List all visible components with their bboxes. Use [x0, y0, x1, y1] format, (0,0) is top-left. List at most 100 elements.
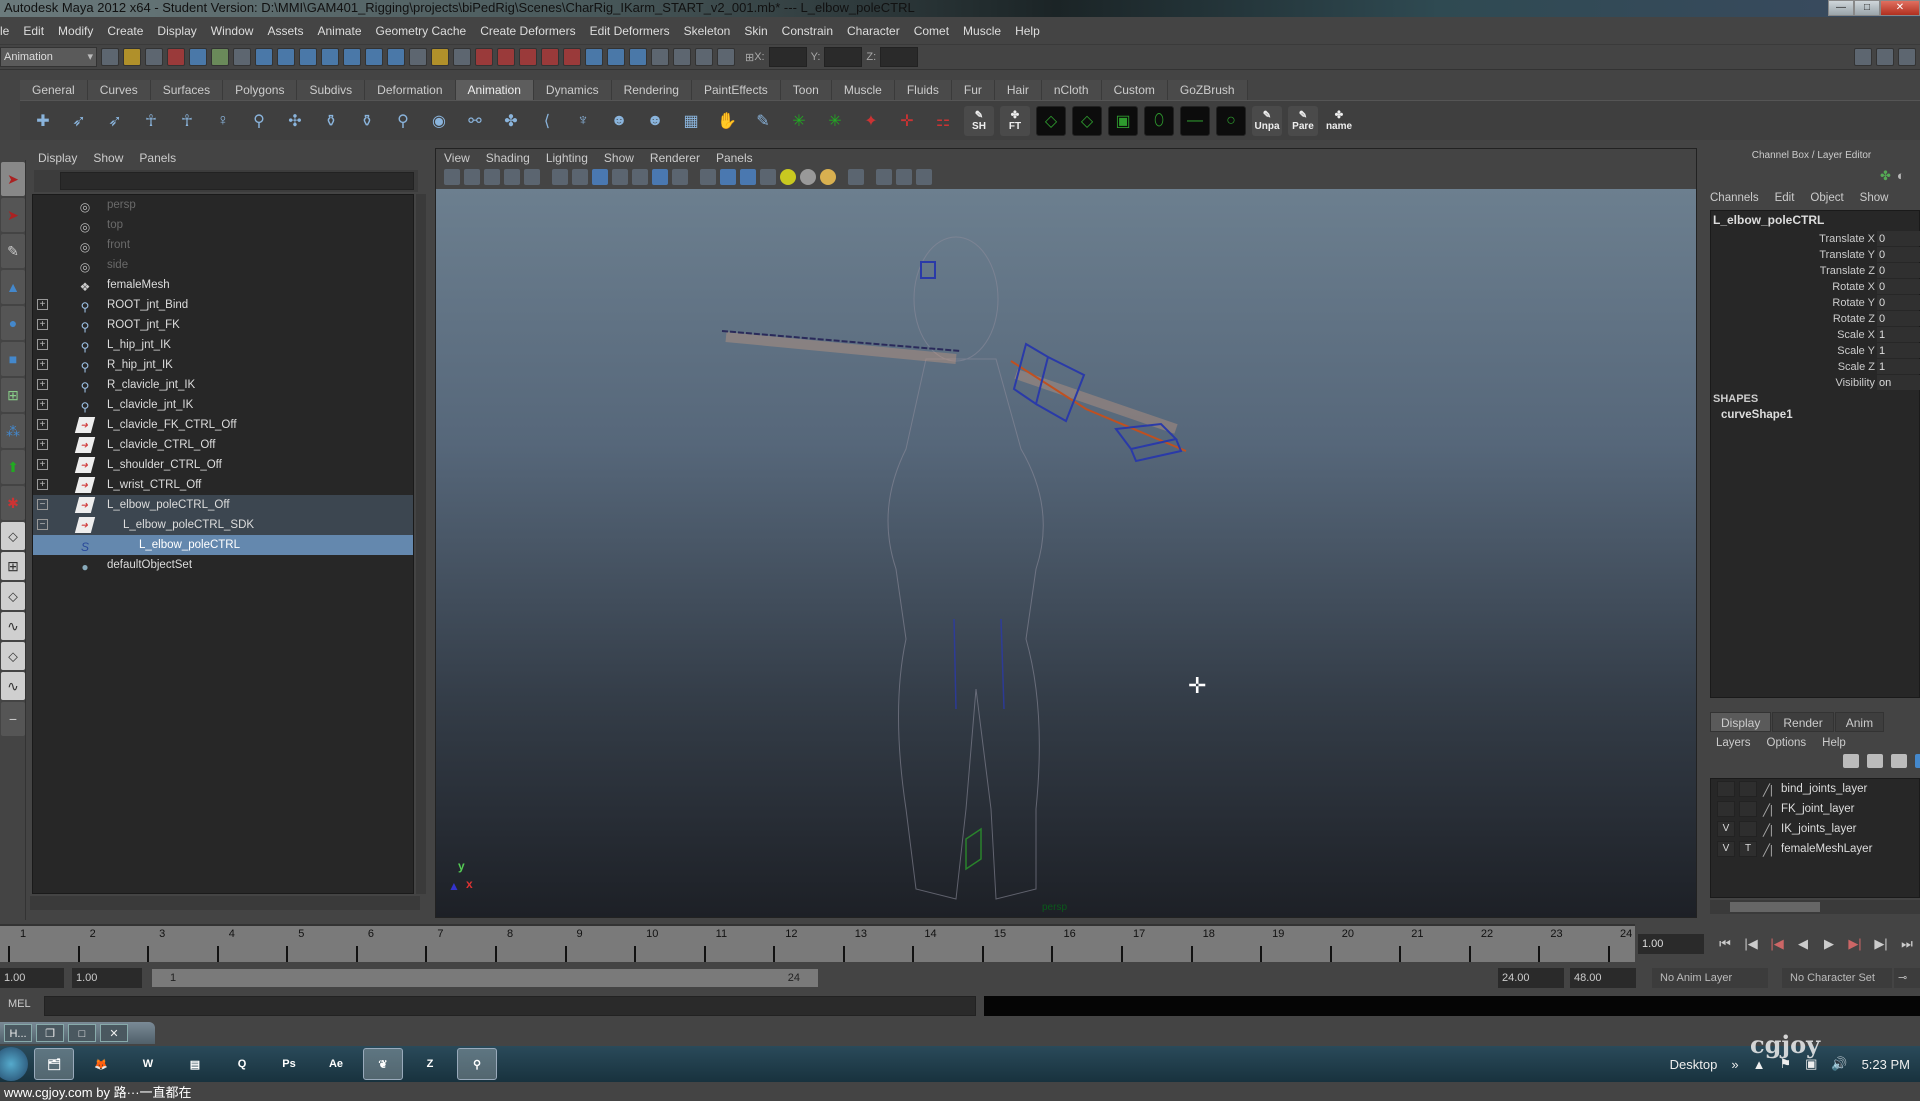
playback-start-field[interactable]: 1.00: [72, 968, 142, 988]
snap-curve-icon[interactable]: [497, 48, 515, 66]
expand-toggle-icon[interactable]: −: [37, 499, 48, 510]
select-object-icon[interactable]: [189, 48, 207, 66]
custom-layout-icon[interactable]: −: [1, 702, 25, 736]
play-backwards-button[interactable]: ◀: [1790, 934, 1816, 954]
shelf-tab-gozbrush[interactable]: GoZBrush: [1167, 80, 1248, 100]
x-field[interactable]: [768, 47, 807, 67]
reroot-skeleton-icon[interactable]: ⚱: [316, 106, 346, 136]
time-slider[interactable]: 1 2 3 4 5 6 7 8 9 10 11 12 13 14 15 16 17 18 19 20 21 22 23 24: [0, 924, 1635, 962]
menu-edit-deformers[interactable]: Edit Deformers: [590, 24, 670, 38]
layer-color-swatch[interactable]: ╱|: [1763, 821, 1773, 841]
smooth-shade-icon[interactable]: [720, 169, 736, 185]
shelf-tab-deformation[interactable]: Deformation: [365, 80, 456, 100]
volume-icon[interactable]: 🔊: [1831, 1056, 1847, 1072]
outliner-item[interactable]: ◎ side: [33, 255, 413, 275]
locator-icon[interactable]: ✳: [784, 106, 814, 136]
mel-label[interactable]: MEL: [8, 998, 31, 1010]
channel-value[interactable]: 0: [1877, 247, 1920, 262]
ik-fk-icon[interactable]: ⟨: [532, 106, 562, 136]
layer-row[interactable]: V T ╱| femaleMeshLayer: [1711, 839, 1919, 859]
blend-shape-icon[interactable]: ☻: [604, 106, 634, 136]
menu-edit[interactable]: Edit: [23, 24, 44, 38]
rotate-tool-icon[interactable]: ●: [1, 306, 25, 340]
parent-script-button[interactable]: ✎ Pare: [1288, 105, 1318, 136]
maximize-small-button[interactable]: □: [68, 1024, 96, 1042]
layer-row[interactable]: ╱| FK_joint_layer: [1711, 799, 1919, 819]
use-all-lights-icon[interactable]: [820, 169, 836, 185]
snap-grid-icon[interactable]: [475, 48, 493, 66]
outliner-item[interactable]: − ➜ L_elbow_poleCTRL_Off: [33, 495, 413, 515]
absolute-transform-icon[interactable]: ⊞: [745, 51, 754, 64]
wireframe-on-shaded-icon[interactable]: [740, 169, 756, 185]
outliner-item[interactable]: ● defaultObjectSet: [33, 555, 413, 575]
shelf-tab-fur[interactable]: Fur: [951, 80, 995, 100]
tool-settings-toggle-icon[interactable]: [1876, 48, 1894, 66]
layer-row[interactable]: V ╱| IK_joints_layer: [1711, 819, 1919, 839]
layer-menu-layers[interactable]: Layers: [1716, 734, 1751, 752]
highlight-selection-icon[interactable]: [453, 48, 471, 66]
menu-set-dropdown[interactable]: Animation: [0, 47, 97, 67]
layer-tab-anim[interactable]: Anim: [1834, 712, 1885, 732]
orient-joint-icon[interactable]: ⚯: [460, 106, 490, 136]
safe-title-icon[interactable]: [672, 169, 688, 185]
expand-toggle-icon[interactable]: +: [37, 399, 48, 410]
layer-type-toggle[interactable]: [1739, 821, 1757, 837]
mask-misc-icon[interactable]: [387, 48, 405, 66]
viewport-menu-show[interactable]: Show: [604, 149, 634, 167]
layer-visibility-toggle[interactable]: V: [1717, 841, 1735, 857]
connect-joint-icon[interactable]: ⚲: [388, 106, 418, 136]
manipulator-icon[interactable]: ✤: [1880, 168, 1891, 184]
channel-toggle-icon[interactable]: ◐: [1897, 168, 1905, 184]
start-button[interactable]: [0, 1047, 28, 1081]
textured-icon[interactable]: [760, 169, 776, 185]
layer-scrollbar[interactable]: [1710, 900, 1920, 914]
2d-pan-zoom-icon[interactable]: [524, 169, 540, 185]
layer-tab-render[interactable]: Render: [1772, 712, 1834, 732]
shelf-tab-hair[interactable]: Hair: [994, 80, 1042, 100]
move-tool-icon[interactable]: ▲: [1, 270, 25, 304]
channel-row[interactable]: Translate Z0: [1711, 263, 1920, 279]
expand-toggle-icon[interactable]: +: [37, 419, 48, 430]
viewport-menu-panels[interactable]: Panels: [716, 149, 753, 167]
select-camera-icon[interactable]: [444, 169, 460, 185]
parent-constraint-icon[interactable]: ⚏: [928, 106, 958, 136]
auto-key-icon[interactable]: ⊸: [1894, 968, 1920, 988]
xray-icon[interactable]: [896, 169, 912, 185]
menu-geometry-cache[interactable]: Geometry Cache: [376, 24, 467, 38]
paint-weights-icon[interactable]: ▦: [676, 106, 706, 136]
insert-joint-icon[interactable]: ✣: [280, 106, 310, 136]
outliner-menu-show[interactable]: Show: [93, 148, 123, 168]
menu-skin[interactable]: Skin: [744, 24, 767, 38]
minimize-button[interactable]: —: [1828, 0, 1854, 16]
layer-tab-display[interactable]: Display: [1710, 712, 1772, 732]
mel-input[interactable]: [44, 996, 976, 1016]
outliner-item[interactable]: + ⚲ L_hip_jnt_IK: [33, 335, 413, 355]
layer-type-toggle[interactable]: T: [1739, 841, 1757, 857]
new-layer-selected-icon[interactable]: [1867, 754, 1883, 768]
ik-spline-handle-icon[interactable]: ➶: [100, 106, 130, 136]
viewport-menu-shading[interactable]: Shading: [486, 149, 530, 167]
channel-value[interactable]: 1: [1877, 327, 1920, 342]
snap-view-plane-icon[interactable]: [541, 48, 559, 66]
minimized-window[interactable]: H... ❐ □ ✕: [0, 1022, 155, 1044]
taskbar-quicktime-icon[interactable]: Q: [222, 1048, 262, 1080]
channelbox-menu-edit[interactable]: Edit: [1775, 190, 1795, 206]
channel-row[interactable]: Translate X0: [1711, 231, 1920, 247]
outliner-menu-panels[interactable]: Panels: [139, 148, 176, 168]
expand-icon[interactable]: »: [1731, 1057, 1738, 1072]
open-scene-icon[interactable]: [123, 48, 141, 66]
resolution-gate-icon[interactable]: [592, 169, 608, 185]
shelf-tab-curves[interactable]: Curves: [87, 80, 151, 100]
outliner-item[interactable]: + ➜ L_shoulder_CTRL_Off: [33, 455, 413, 475]
expand-toggle-icon[interactable]: −: [37, 519, 48, 530]
outliner-item[interactable]: + ⚲ ROOT_jnt_Bind: [33, 295, 413, 315]
scale-tool-icon[interactable]: ■: [1, 342, 25, 376]
menu-muscle[interactable]: Muscle: [963, 24, 1001, 38]
render-settings-icon[interactable]: [717, 48, 735, 66]
menu-help[interactable]: Help: [1015, 24, 1040, 38]
shelf-tab-animation[interactable]: Animation: [455, 80, 534, 100]
ipr-render-icon[interactable]: [695, 48, 713, 66]
channel-value[interactable]: 0: [1877, 295, 1920, 310]
soft-mod-icon[interactable]: ⁂: [1, 414, 25, 448]
minimized-window-label[interactable]: H...: [4, 1024, 32, 1042]
